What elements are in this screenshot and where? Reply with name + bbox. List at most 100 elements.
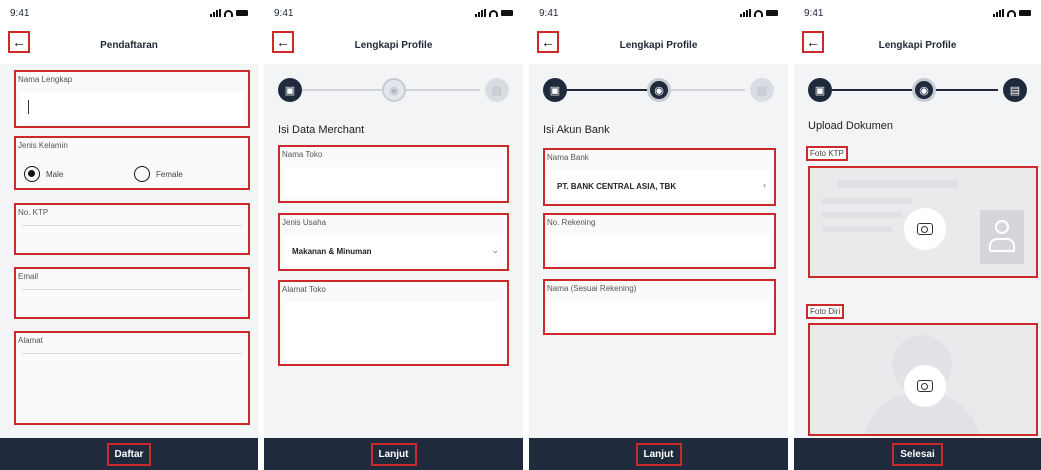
camera-button[interactable]	[904, 208, 946, 250]
step-connector	[302, 89, 382, 91]
no-ktp-field[interactable]: No. KTP	[14, 203, 250, 255]
signal-icon	[740, 9, 751, 17]
battery-icon	[1019, 10, 1031, 16]
selesai-button[interactable]: Selesai	[892, 442, 943, 466]
back-button[interactable]: ←	[272, 31, 294, 53]
nav-bar: ← Pendaftaran	[0, 26, 258, 64]
status-time: 9:41	[539, 7, 559, 19]
status-bar: 9:41	[264, 0, 523, 26]
nama-toko-input[interactable]	[284, 167, 503, 197]
page-title: Lengkapi Profile	[619, 39, 698, 51]
field-label: Nama (Sesuai Rekening)	[547, 284, 637, 293]
status-icons	[740, 9, 778, 17]
male-radio[interactable]	[24, 166, 40, 182]
ktp-placeholder-line	[838, 180, 958, 188]
bank-step-icon: ◉	[647, 78, 671, 102]
no-rekening-input[interactable]	[549, 235, 770, 263]
foto-diri-label: Foto Diri	[806, 304, 845, 319]
status-icons	[210, 9, 248, 17]
alamat-toko-input[interactable]	[284, 302, 503, 360]
store-step-icon: ▣	[808, 78, 832, 102]
field-label: Alamat	[18, 336, 43, 345]
email-field[interactable]: Email	[14, 267, 250, 319]
lanjut-button[interactable]: Lanjut	[370, 442, 417, 466]
jenis-usaha-select[interactable]: Jenis Usaha Makanan & Minuman ⌄	[278, 213, 509, 271]
footer-bar: Selesai	[794, 438, 1041, 470]
jenis-kelamin-field: Jenis Kelamin Male Female	[14, 136, 250, 190]
nama-bank-select[interactable]: Nama Bank PT. BANK CENTRAL ASIA, TBK ›	[543, 148, 776, 206]
nama-rekening-input[interactable]	[549, 301, 770, 329]
arrow-left-icon: ←	[12, 34, 26, 50]
foto-diri-upload[interactable]	[808, 323, 1038, 436]
field-label: Jenis Usaha	[282, 218, 327, 227]
store-step-icon: ▣	[543, 78, 567, 102]
nav-bar: ← Lengkapi Profile	[794, 26, 1041, 64]
status-time: 9:41	[274, 7, 294, 19]
footer-bar: Daftar	[0, 438, 258, 470]
foto-ktp-label: Foto KTP	[806, 146, 848, 161]
screen-upload-dokumen: 9:41 ← Lengkapi Profile ▣ ◉ ▤ Upload Dok…	[794, 0, 1041, 470]
nama-rekening-field[interactable]: Nama (Sesuai Rekening)	[543, 279, 776, 335]
wifi-icon	[754, 9, 763, 17]
status-icons	[993, 9, 1031, 17]
step-connector	[936, 89, 998, 91]
alamat-field[interactable]: Alamat	[14, 331, 250, 425]
camera-icon	[917, 223, 933, 235]
step-connector	[567, 89, 647, 91]
arrow-left-icon: ←	[276, 34, 290, 50]
back-button[interactable]: ←	[537, 31, 559, 53]
male-label: Male	[46, 170, 64, 179]
select-value: Makanan & Minuman	[292, 247, 372, 256]
battery-icon	[766, 10, 778, 16]
field-label: Nama Bank	[547, 153, 589, 162]
wifi-icon	[1007, 9, 1016, 17]
page-title: Lengkapi Profile	[878, 39, 957, 51]
female-radio[interactable]	[134, 166, 150, 182]
battery-icon	[501, 10, 513, 16]
section-title: Isi Data Merchant	[278, 124, 365, 136]
page-title: Lengkapi Profile	[354, 39, 433, 51]
bank-step-icon: ◉	[912, 78, 936, 102]
signal-icon	[475, 9, 486, 17]
foto-ktp-upload[interactable]	[808, 166, 1038, 278]
chevron-right-icon: ›	[763, 180, 766, 190]
progress-stepper: ▣ ◉ ▤	[808, 78, 1027, 102]
female-label: Female	[156, 170, 183, 179]
signal-icon	[210, 9, 221, 17]
nama-lengkap-field[interactable]: Nama Lengkap	[14, 70, 250, 128]
input-underline	[22, 353, 242, 354]
back-button[interactable]: ←	[802, 31, 824, 53]
status-bar: 9:41	[794, 0, 1041, 26]
field-label: No. Rekening	[547, 218, 596, 227]
field-label: Alamat Toko	[282, 285, 326, 294]
screen-pendaftaran: 9:41 ← Pendaftaran Nama Lengkap Jenis Ke…	[0, 0, 258, 470]
ktp-placeholder-line	[822, 212, 902, 218]
back-button[interactable]: ←	[8, 31, 30, 53]
person-head-icon	[995, 220, 1009, 234]
status-time: 9:41	[10, 7, 30, 19]
input-underline	[22, 289, 242, 290]
nav-bar: ← Lengkapi Profile	[529, 26, 788, 64]
alamat-toko-field[interactable]: Alamat Toko	[278, 280, 509, 366]
section-title: Isi Akun Bank	[543, 124, 610, 136]
select-value: PT. BANK CENTRAL ASIA, TBK	[557, 182, 677, 191]
lanjut-button[interactable]: Lanjut	[635, 442, 682, 466]
progress-stepper: ▣ ◉ ▤	[278, 78, 509, 102]
no-rekening-field[interactable]: No. Rekening	[543, 213, 776, 269]
daftar-button[interactable]: Daftar	[106, 442, 152, 466]
status-time: 9:41	[804, 7, 824, 19]
ktp-photo-placeholder	[980, 210, 1024, 264]
camera-icon	[917, 380, 933, 392]
nama-lengkap-input[interactable]	[20, 92, 244, 122]
page-title: Pendaftaran	[100, 39, 158, 51]
step-connector	[406, 89, 480, 91]
nama-toko-field[interactable]: Nama Toko	[278, 145, 509, 203]
nav-bar: ← Lengkapi Profile	[264, 26, 523, 64]
status-icons	[475, 9, 513, 17]
screen-data-merchant: 9:41 ← Lengkapi Profile ▣ ◉ ▤ Isi Data M…	[264, 0, 523, 470]
document-step-icon: ▤	[750, 78, 774, 102]
field-label: Nama Toko	[282, 150, 323, 159]
input-underline	[22, 225, 242, 226]
camera-button[interactable]	[904, 365, 946, 407]
ktp-placeholder-line	[822, 226, 892, 232]
